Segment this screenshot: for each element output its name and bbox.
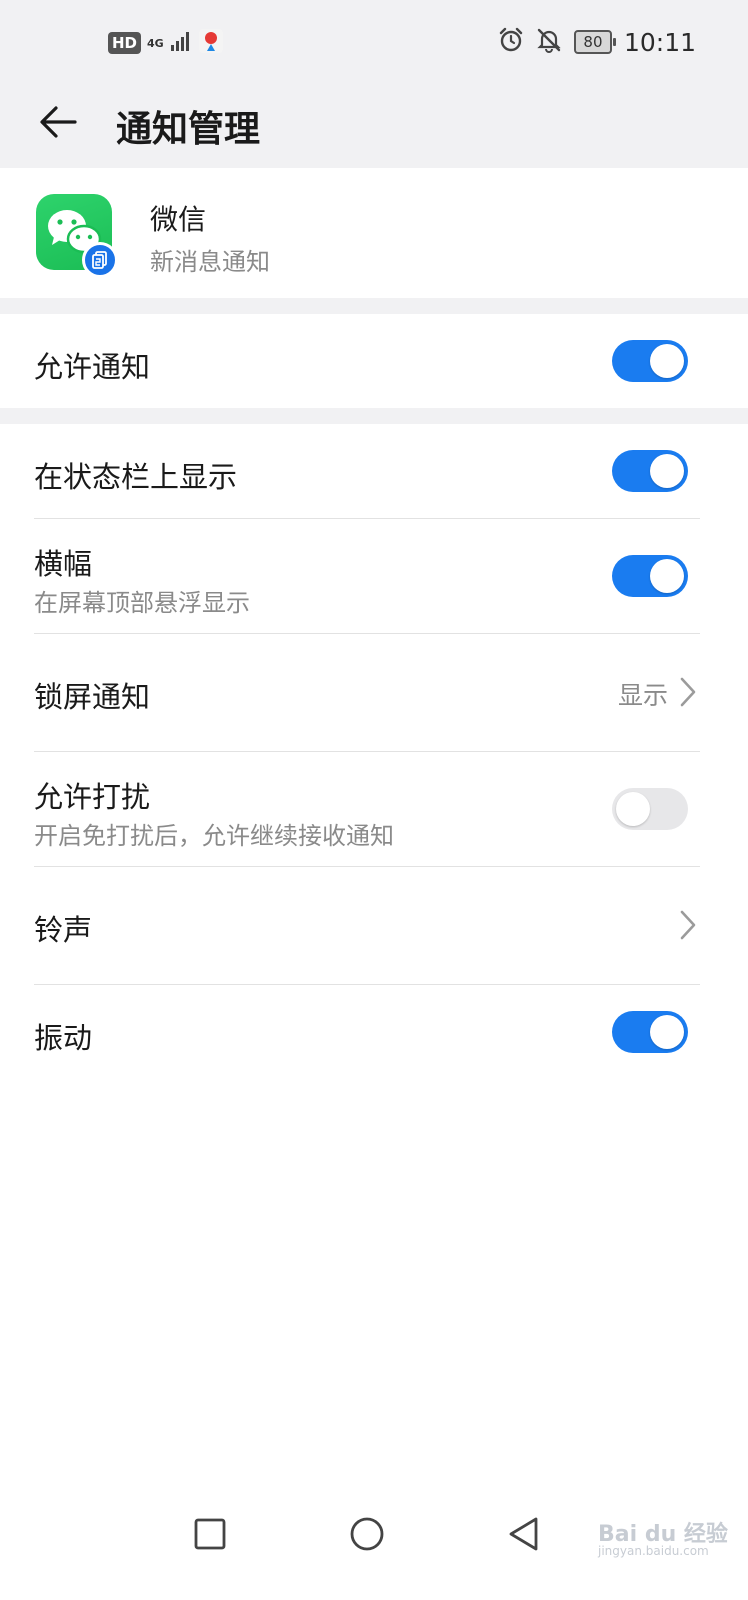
twin-app-icon	[82, 242, 118, 278]
signal-icon	[170, 30, 192, 56]
toggle-knob	[650, 454, 684, 488]
home-circle-icon	[348, 1515, 386, 1557]
app-name: 微信	[150, 203, 207, 236]
watermark-url: jingyan.baidu.com	[598, 1544, 709, 1558]
app-icon-container	[36, 194, 118, 278]
clock: 10:11	[623, 27, 696, 57]
battery-icon: 80	[573, 30, 616, 54]
title-bar: 通知管理	[0, 86, 748, 168]
allow-dnd-row[interactable]: 允许打扰 开启免打扰后，允许继续接收通知	[0, 752, 748, 867]
banner-label: 横幅	[34, 547, 93, 581]
allow-dnd-label: 允许打扰	[34, 780, 151, 814]
app-header: 微信 新消息通知	[0, 168, 748, 298]
section-gap	[0, 408, 748, 424]
home-button[interactable]	[337, 1506, 397, 1566]
banner-description: 在屏幕顶部悬浮显示	[34, 589, 250, 617]
status-bar: HD 4G 80 10:11	[0, 0, 748, 86]
allow-notifications-label: 允许通知	[34, 350, 151, 384]
chevron-right-icon	[678, 909, 698, 941]
status-bar-display-label: 在状态栏上显示	[34, 460, 238, 494]
ringtone-row[interactable]: 铃声	[0, 867, 748, 985]
page-title: 通知管理	[116, 109, 261, 150]
recents-button[interactable]	[180, 1506, 240, 1566]
nav-back-button[interactable]	[494, 1506, 554, 1566]
toggle-knob	[650, 559, 684, 593]
vibrate-row[interactable]: 振动	[0, 985, 748, 1081]
bell-off-icon	[536, 27, 562, 57]
back-button[interactable]	[32, 98, 84, 150]
back-triangle-icon	[506, 1516, 542, 1556]
hd-badge: HD	[108, 32, 142, 54]
toggle-knob	[650, 1015, 684, 1049]
toggle-knob	[650, 344, 684, 378]
vibrate-toggle[interactable]	[612, 1011, 688, 1053]
banner-row[interactable]: 横幅 在屏幕顶部悬浮显示	[0, 519, 748, 634]
app-subtitle: 新消息通知	[150, 248, 270, 276]
recents-square-icon	[193, 1517, 227, 1555]
chevron-right-icon	[678, 676, 698, 708]
section-gap	[0, 298, 748, 314]
baidu-jingyan-watermark: Bai du 经验 jingyan.baidu.com	[578, 1496, 728, 1558]
allow-notifications-toggle[interactable]	[612, 340, 688, 382]
alarm-icon	[498, 27, 524, 57]
status-right-group: 80 10:11	[498, 24, 696, 60]
network-type: 4G	[147, 36, 164, 50]
vibrate-label: 振动	[34, 1021, 93, 1055]
notification-settings-screen: HD 4G 80 10:11 通知管理 微信 新消息通知 允许通知 在状态栏上显…	[0, 0, 748, 1600]
ringtone-label: 铃声	[34, 913, 93, 947]
allow-dnd-toggle[interactable]	[612, 788, 688, 830]
lock-screen-row[interactable]: 锁屏通知 显示	[0, 634, 748, 752]
status-left-group: HD 4G	[108, 26, 224, 60]
allow-notifications-row[interactable]: 允许通知	[0, 314, 748, 408]
maps-icon	[198, 28, 224, 58]
lock-screen-label: 锁屏通知	[34, 680, 151, 714]
status-bar-display-row[interactable]: 在状态栏上显示	[0, 424, 748, 519]
status-bar-display-toggle[interactable]	[612, 450, 688, 492]
allow-dnd-description: 开启免打扰后，允许继续接收通知	[34, 822, 394, 850]
lock-screen-value: 显示	[617, 681, 668, 710]
banner-toggle[interactable]	[612, 555, 688, 597]
toggle-knob	[616, 792, 650, 826]
arrow-left-icon	[37, 101, 79, 147]
